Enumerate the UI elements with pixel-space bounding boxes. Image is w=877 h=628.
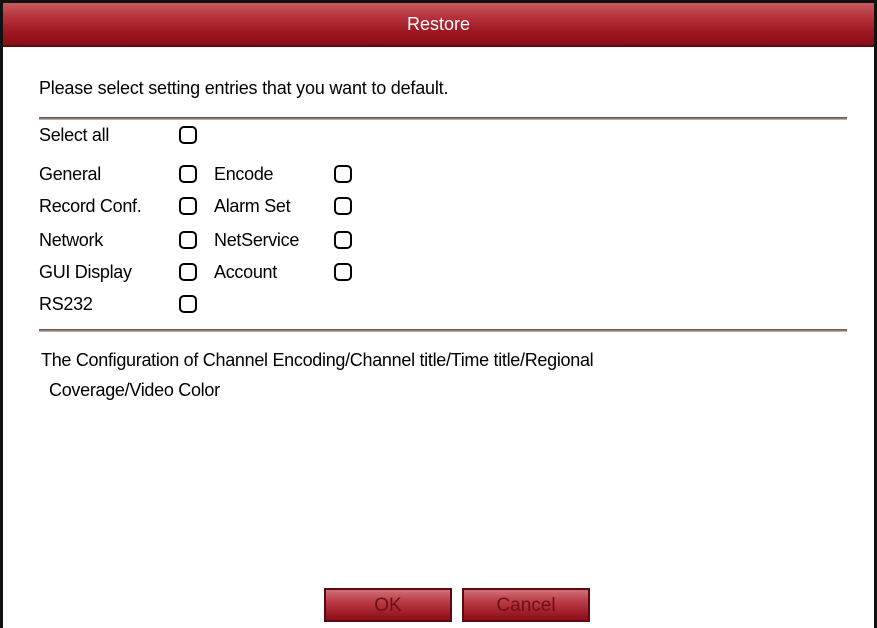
row-rs232: RS232 (3, 290, 877, 318)
restore-dialog: Restore Please select setting entries th… (0, 0, 877, 628)
gui-display-checkbox[interactable] (179, 263, 197, 281)
title-bar[interactable]: Restore (3, 3, 874, 47)
row-select-all: Select all (3, 121, 877, 149)
gui-display-label: GUI Display (39, 262, 132, 282)
account-label: Account (214, 262, 277, 282)
description-text: The Configuration of Channel Encoding/Ch… (41, 345, 831, 405)
account-checkbox[interactable] (334, 263, 352, 281)
alarm-set-checkbox[interactable] (334, 197, 352, 215)
row-gui-account: GUI Display Account (3, 258, 877, 286)
description-line-2: Coverage/Video Color (49, 380, 220, 400)
row-record-alarm: Record Conf. Alarm Set (3, 192, 877, 220)
row-network-netservice: Network NetService (3, 226, 877, 254)
select-all-label: Select all (39, 125, 110, 145)
rs232-label: RS232 (39, 294, 93, 314)
encode-label: Encode (214, 164, 274, 184)
network-label: Network (39, 230, 103, 250)
divider-top (39, 117, 847, 120)
record-conf-label: Record Conf. (39, 196, 142, 216)
cancel-button[interactable]: Cancel (462, 588, 590, 622)
divider-bottom (39, 329, 847, 332)
general-checkbox[interactable] (179, 165, 197, 183)
select-all-checkbox[interactable] (179, 126, 197, 144)
ok-button[interactable]: OK (324, 588, 452, 622)
record-conf-checkbox[interactable] (179, 197, 197, 215)
general-label: General (39, 164, 101, 184)
netservice-label: NetService (214, 230, 300, 250)
description-line-1: The Configuration of Channel Encoding/Ch… (41, 350, 594, 370)
alarm-set-label: Alarm Set (214, 196, 291, 216)
row-general-encode: General Encode (3, 160, 877, 188)
dialog-title: Restore (406, 14, 471, 34)
netservice-checkbox[interactable] (334, 231, 352, 249)
instruction-text: Please select setting entries that you w… (39, 78, 449, 98)
rs232-checkbox[interactable] (179, 295, 197, 313)
network-checkbox[interactable] (179, 231, 197, 249)
encode-checkbox[interactable] (334, 165, 352, 183)
